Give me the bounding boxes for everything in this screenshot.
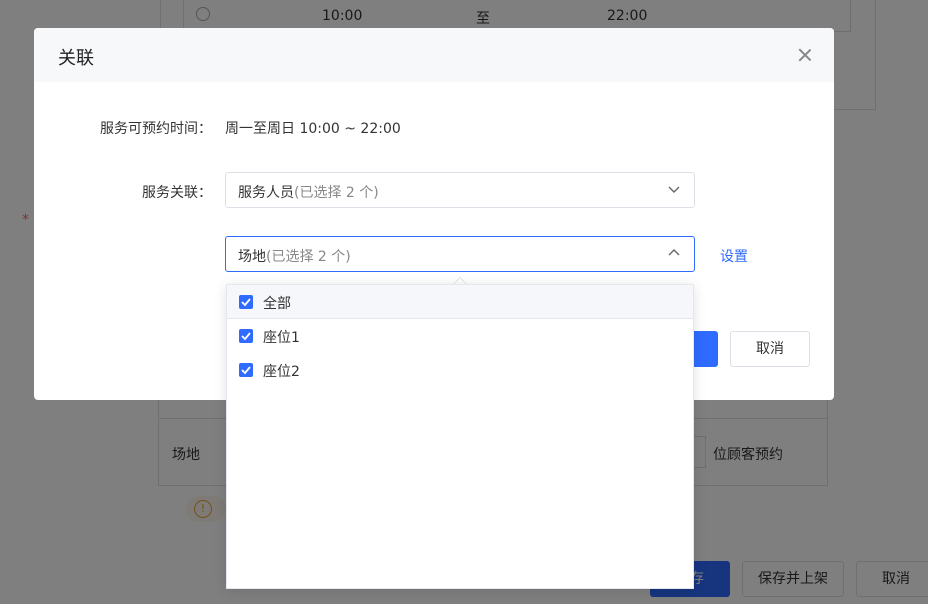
relation-label: 服务关联：	[142, 185, 212, 201]
venue-select-value: 场地(已选择 2 个)	[238, 246, 351, 266]
staff-select-count: (已选择 2 个)	[294, 185, 379, 201]
settings-link[interactable]: 设置	[720, 246, 748, 266]
option-label: 座位1	[263, 330, 300, 346]
venue-select[interactable]: 场地(已选择 2 个)	[225, 236, 695, 272]
venue-dropdown: 全部 座位1 座位2	[226, 284, 694, 589]
venue-select-label: 场地	[238, 249, 266, 265]
option-seat-2[interactable]: 座位2	[227, 353, 693, 387]
venue-select-count: (已选择 2 个)	[266, 249, 351, 265]
chevron-down-icon	[668, 183, 680, 195]
checkbox-checked-icon[interactable]	[239, 329, 253, 343]
option-label: 全部	[263, 296, 291, 312]
checkbox-checked-icon[interactable]	[239, 363, 253, 377]
chevron-up-icon	[668, 247, 680, 259]
option-seat-1[interactable]: 座位1	[227, 319, 693, 353]
time-label: 服务可预约时间：	[100, 121, 212, 137]
option-label: 座位2	[263, 364, 300, 380]
close-icon[interactable]	[796, 46, 814, 64]
staff-select-value: 服务人员(已选择 2 个)	[238, 182, 379, 202]
staff-select-label: 服务人员	[238, 185, 294, 201]
dialog-header: 关联	[34, 28, 834, 82]
dialog-title: 关联	[58, 48, 94, 69]
dialog-cancel-button[interactable]: 取消	[730, 331, 810, 367]
confirm-button[interactable]	[694, 331, 718, 367]
time-value: 周一至周日 10:00 ~ 22:00	[225, 121, 401, 137]
staff-select[interactable]: 服务人员(已选择 2 个)	[225, 172, 695, 208]
option-all[interactable]: 全部	[227, 285, 693, 319]
checkbox-checked-icon[interactable]	[239, 295, 253, 309]
